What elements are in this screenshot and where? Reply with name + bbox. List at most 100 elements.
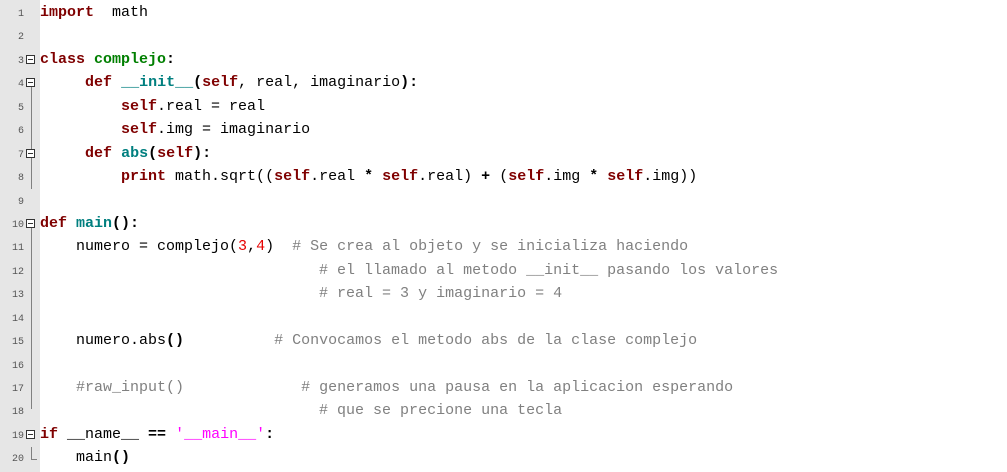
code-token: self (382, 168, 419, 186)
code-text: print math.sqrt((self.real * self.real) … (40, 168, 697, 186)
code-text: class complejo: (40, 51, 175, 69)
code-text: numero.abs() # Convocamos el metodo abs … (40, 332, 697, 350)
code-token: main (40, 449, 113, 467)
code-token: ) (265, 238, 293, 256)
code-line[interactable]: 1 import math (0, 2, 1007, 25)
code-token: # real = 3 y imaginario = 4 (319, 285, 563, 303)
code-token: if (40, 425, 59, 443)
code-token: import (40, 4, 95, 21)
code-token: 3 (238, 238, 248, 256)
code-line[interactable]: 3 class complejo: (0, 49, 1007, 72)
line-number: 2 (17, 32, 24, 44)
code-line[interactable]: 9 (0, 190, 1007, 213)
line-number: 18 (11, 407, 24, 419)
code-token: #raw_input() (76, 379, 185, 396)
code-text: #raw_input() # generamos una pausa en la… (40, 379, 733, 397)
code-line[interactable]: 2 (0, 25, 1007, 48)
code-token: # Se crea al objeto y se inicializa haci… (292, 238, 689, 256)
line-number: 19 (11, 430, 24, 442)
code-line[interactable]: 4 def __init__(self, real, imaginario): (0, 72, 1007, 95)
code-token: : (166, 50, 176, 68)
line-number: 20 (11, 454, 24, 466)
fold-toggle-icon[interactable] (26, 54, 35, 64)
code-line[interactable]: 20 main() (0, 447, 1007, 470)
code-token: __name__ (58, 425, 149, 443)
code-text: if __name__ == '__main__': (40, 426, 274, 444)
code-text: import math (40, 4, 148, 22)
line-number: 3 (17, 55, 24, 67)
fold-toggle-icon[interactable] (26, 78, 35, 88)
code-editor[interactable]: 1 import math 2 3 class complejo: 4 def __ini… (0, 0, 1007, 472)
line-number: 1 (17, 9, 24, 20)
code-text: main() (40, 449, 130, 467)
code-token: math.sqrt(( (166, 168, 275, 186)
code-line[interactable]: 12 # el llamado al metodo __init__ pasan… (0, 260, 1007, 283)
code-text: self.real = real (40, 98, 265, 116)
code-text: def abs(self): (40, 145, 211, 163)
code-token: def (85, 74, 113, 92)
code-token: print (121, 168, 167, 186)
code-text: # que se precione una tecla (40, 402, 562, 420)
code-line[interactable]: 13 # real = 3 y imaginario = 4 (0, 283, 1007, 306)
fold-toggle-icon[interactable] (26, 148, 35, 158)
line-number: 17 (11, 384, 24, 395)
code-text: def main(): (40, 215, 139, 233)
code-line[interactable]: 5 self.real = real (0, 96, 1007, 119)
line-number: 7 (17, 149, 24, 161)
code-line[interactable]: 11 numero = complejo(3,4) # Se crea al o… (0, 236, 1007, 259)
code-area[interactable]: 1 import math 2 3 class complejo: 4 def __ini… (0, 2, 1007, 471)
code-line[interactable]: 15 numero.abs() # Convocamos el metodo a… (0, 330, 1007, 353)
code-text: # real = 3 y imaginario = 4 (40, 285, 562, 303)
code-token: self (121, 121, 158, 139)
line-number: 13 (11, 290, 24, 302)
code-line[interactable]: 19 if __name__ == '__main__': (0, 424, 1007, 447)
code-line[interactable]: 18 # que se precione una tecla (0, 400, 1007, 423)
code-token: .img = imaginario (157, 121, 311, 139)
code-token: .img)) (643, 168, 698, 186)
code-token: self (274, 168, 311, 186)
fold-toggle-icon[interactable] (26, 429, 35, 439)
code-token: .real = real (157, 97, 266, 115)
code-line[interactable]: 17 #raw_input() # generamos una pausa en… (0, 377, 1007, 400)
code-line[interactable]: 6 self.img = imaginario (0, 119, 1007, 142)
line-number: 15 (11, 337, 24, 349)
code-line[interactable]: 14 (0, 307, 1007, 330)
code-text: # el llamado al metodo __init__ pasando … (40, 262, 778, 280)
line-number: 6 (17, 126, 24, 138)
code-token: , (247, 238, 257, 256)
fold-end-icon (31, 447, 37, 461)
code-text: def __init__(self, real, imaginario): (40, 74, 418, 92)
code-line[interactable]: 7 def abs(self): (0, 143, 1007, 166)
code-token: ( (148, 144, 158, 162)
line-number: 11 (11, 243, 24, 255)
code-line[interactable]: 8 print math.sqrt((self.real * self.real… (0, 166, 1007, 189)
fold-toggle-icon[interactable] (26, 218, 35, 228)
code-line[interactable]: 16 (0, 354, 1007, 377)
code-token: abs (121, 144, 149, 162)
code-token: * (589, 168, 599, 186)
code-line[interactable]: 10 def main(): (0, 213, 1007, 236)
line-number: 4 (17, 79, 24, 91)
code-token: main (76, 214, 113, 232)
code-token: + (481, 168, 491, 186)
line-number: 10 (11, 219, 24, 231)
line-number: 5 (17, 102, 24, 114)
code-token: : (409, 74, 419, 92)
code-text: numero = complejo(3,4) # Se crea al obje… (40, 238, 688, 256)
code-token: numero.abs (40, 332, 167, 350)
code-token: () (166, 332, 185, 350)
